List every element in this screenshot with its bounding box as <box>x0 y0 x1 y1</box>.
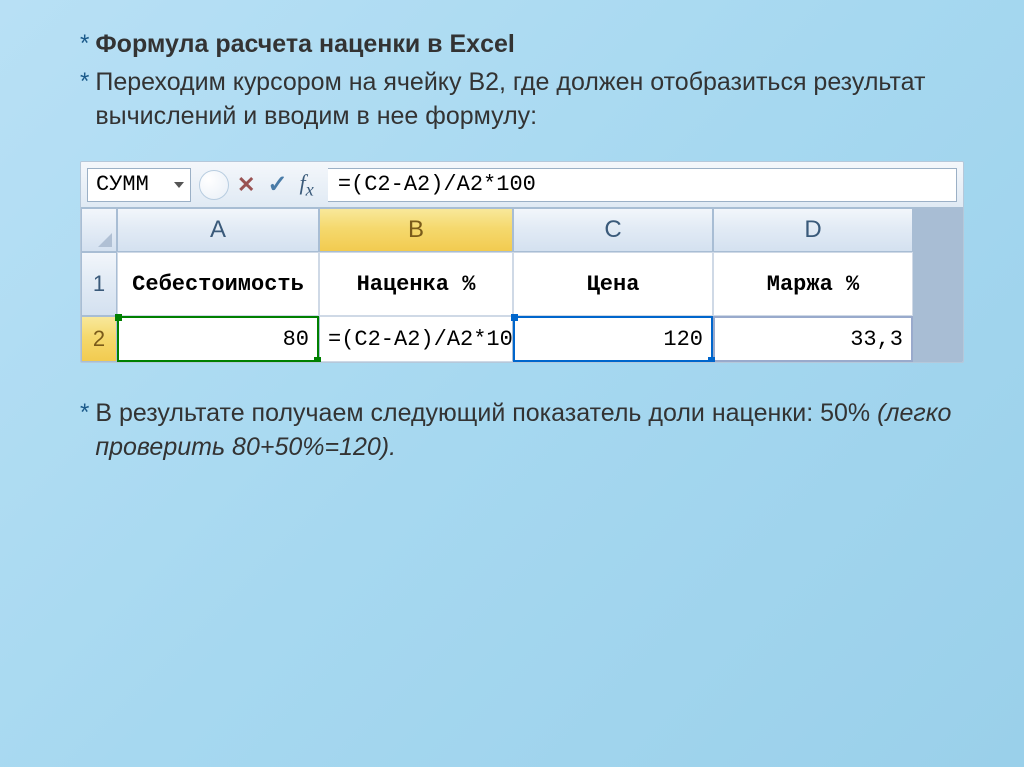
formula-input[interactable]: =(C2-A2)/A2*100 <box>328 168 957 202</box>
enter-icon[interactable]: ✓ <box>267 170 287 199</box>
cell-C2[interactable]: 120 <box>513 316 713 362</box>
bullet-icon: * <box>80 28 89 59</box>
row-header-1[interactable]: 1 <box>81 252 117 316</box>
column-header-C[interactable]: C <box>513 208 713 252</box>
spreadsheet-grid: A B C D 1 Себестоимость Наценка % Цена М… <box>81 208 963 362</box>
excel-screenshot: СУММ ✕ ✓ fx =(C2-A2)/A2*100 A B C D 1 Се… <box>80 161 964 363</box>
formula-bar-buttons: ✕ ✓ fx <box>237 170 314 200</box>
cell-B2[interactable]: =(C2-A2)/A2*100 <box>319 316 513 362</box>
title-line: * Формула расчета наценки в Excel <box>80 28 964 62</box>
bullet-icon: * <box>80 397 89 428</box>
cell-D2[interactable]: 33,3 <box>713 316 913 362</box>
column-header-D[interactable]: D <box>713 208 913 252</box>
cell-A1[interactable]: Себестоимость <box>117 252 319 316</box>
cell-D1[interactable]: Маржа % <box>713 252 913 316</box>
cell-C1[interactable]: Цена <box>513 252 713 316</box>
cancel-icon[interactable]: ✕ <box>237 172 255 198</box>
formula-text: =(C2-A2)/A2*100 <box>338 172 536 197</box>
row-header-2[interactable]: 2 <box>81 316 117 362</box>
formula-bar: СУММ ✕ ✓ fx =(C2-A2)/A2*100 <box>81 162 963 208</box>
result-line: * В результате получаем следующий показа… <box>80 397 964 465</box>
cell-A2[interactable]: 80 <box>117 316 319 362</box>
name-box[interactable]: СУММ <box>87 168 191 202</box>
result-prefix: В результате получаем следующий показате… <box>95 399 877 427</box>
slide-result: В результате получаем следующий показате… <box>95 397 964 465</box>
intro-line: * Переходим курсором на ячейку B2, где д… <box>80 66 964 134</box>
cell-B1[interactable]: Наценка % <box>319 252 513 316</box>
dropdown-icon[interactable] <box>174 182 184 188</box>
bullet-icon: * <box>80 66 89 97</box>
column-header-A[interactable]: A <box>117 208 319 252</box>
formula-bar-expand-icon[interactable] <box>199 170 229 200</box>
column-header-B[interactable]: B <box>319 208 513 252</box>
fx-icon[interactable]: fx <box>300 170 314 200</box>
slide-title: Формула расчета наценки в Excel <box>95 28 514 62</box>
select-all-corner[interactable] <box>81 208 117 252</box>
slide-intro: Переходим курсором на ячейку B2, где дол… <box>95 66 964 134</box>
name-box-value: СУММ <box>96 172 149 197</box>
